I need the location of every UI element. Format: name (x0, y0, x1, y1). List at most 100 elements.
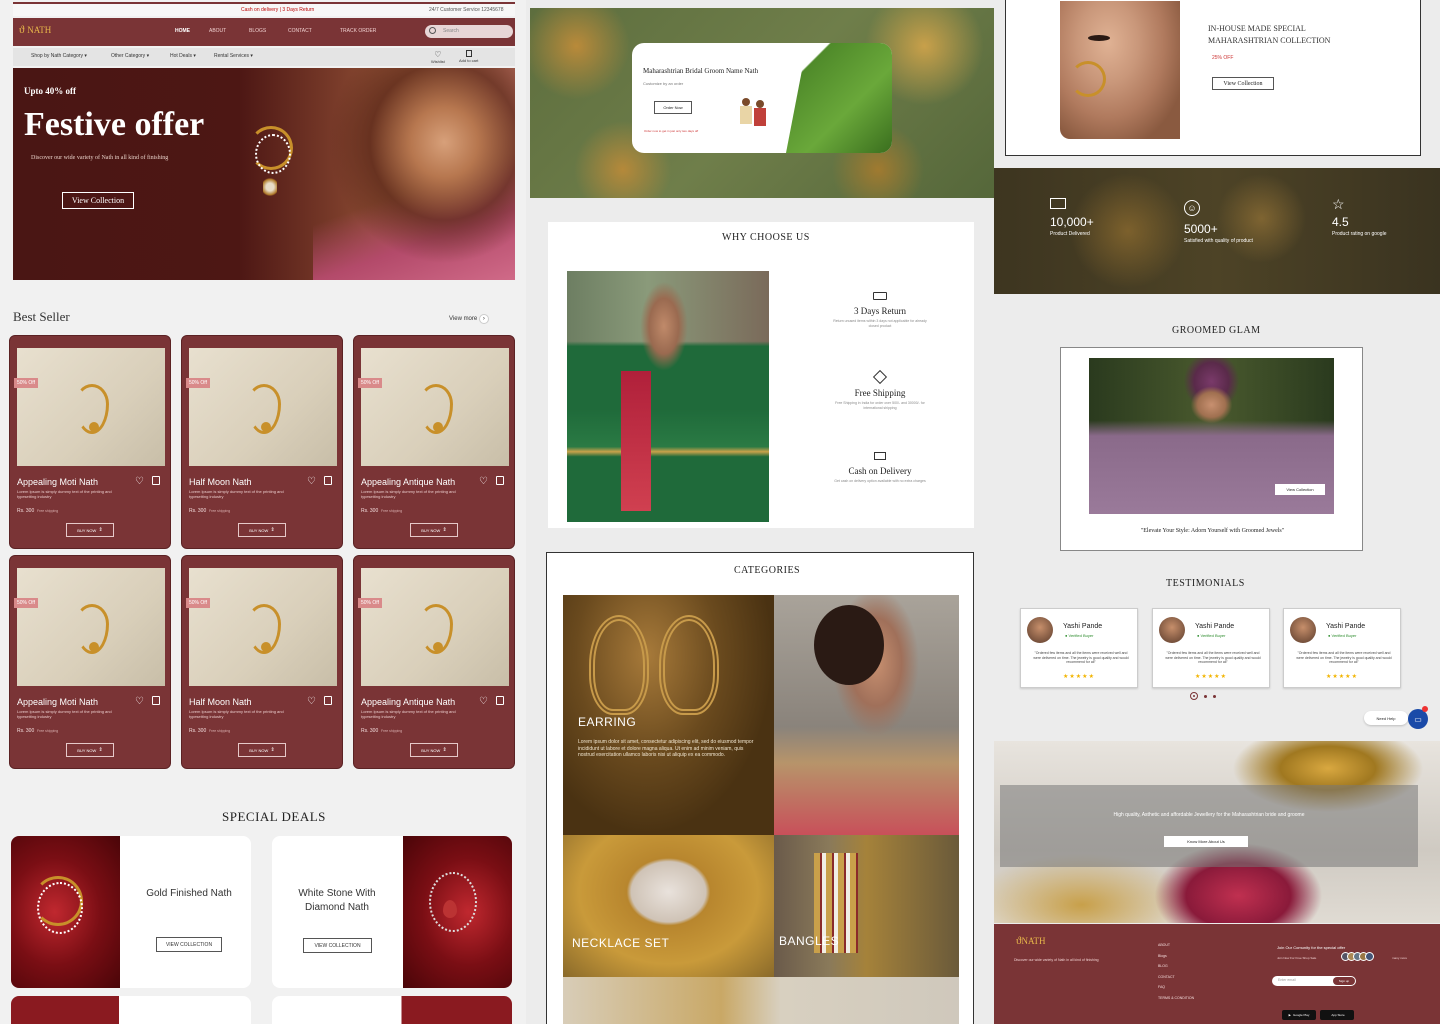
subnav-other-category[interactable]: Other Category ▾ (111, 53, 149, 59)
product-image[interactable] (361, 568, 509, 686)
heart-icon[interactable]: ♡ (479, 476, 488, 487)
stat-delivered-value: 10,000+ (1050, 215, 1094, 229)
buy-now-button[interactable]: BUY NOW ⇕ (410, 523, 458, 537)
quantity-stepper-icon[interactable]: ⇕ (443, 527, 447, 533)
google-play-badge[interactable]: ▶ Google Play (1282, 1010, 1316, 1020)
search-input[interactable]: Search (443, 28, 459, 34)
category-necklace[interactable]: NECKLACE SET (563, 835, 774, 977)
quantity-stepper-icon[interactable]: ⇕ (443, 747, 447, 753)
product-name[interactable]: Half Moon Nath (189, 697, 252, 707)
newsletter-email-input[interactable]: Enter email (1278, 978, 1296, 982)
app-store-badge[interactable]: App Store (1320, 1010, 1354, 1020)
view-more-link[interactable]: View more › (449, 314, 489, 324)
footer-join-title: Join Our Comunity for the special offer (1277, 945, 1346, 950)
nav-track-order[interactable]: TRACK ORDER (340, 28, 376, 34)
buy-now-button[interactable]: BUY NOW ⇕ (238, 743, 286, 757)
pagination-dot[interactable] (1213, 694, 1216, 698)
heart-icon[interactable]: ♡ (307, 476, 316, 487)
buy-now-button[interactable]: BUY NOW ⇕ (410, 743, 458, 757)
bag-icon[interactable] (324, 476, 332, 485)
deal-card-gold[interactable]: Gold Finished Nath VIEW COLLECTION (11, 836, 251, 988)
product-image[interactable] (361, 348, 509, 466)
heart-icon[interactable]: ♡ (479, 696, 488, 707)
groom-nath-image (786, 43, 892, 153)
product-card-appealing-moti-nath[interactable]: 50% Off Appealing Moti Nath ♡ Lorem Ipsum i… (9, 335, 171, 549)
stats-banner: 10,000+ Product Delivered ☺ 5000+ Satisf… (994, 168, 1440, 294)
groomed-view-button[interactable]: View Collection (1275, 484, 1325, 495)
search-box[interactable]: Search (425, 25, 513, 38)
bag-icon[interactable] (496, 476, 504, 485)
quantity-stepper-icon[interactable]: ⇕ (271, 747, 275, 753)
bag-icon[interactable] (152, 476, 160, 485)
product-name[interactable]: Appealing Antique Nath (361, 697, 455, 707)
nav-about[interactable]: ABOUT (209, 28, 226, 34)
product-image[interactable] (189, 348, 337, 466)
bag-icon[interactable] (152, 696, 160, 705)
quantity-stepper-icon[interactable]: ⇕ (99, 527, 103, 533)
quantity-stepper-icon[interactable]: ⇕ (99, 747, 103, 753)
product-card-appealing-antique-nath[interactable]: 50% Off Appealing Antique Nath ♡ Lorem Ipsu… (353, 555, 515, 769)
buy-now-button[interactable]: BUY NOW ⇕ (66, 523, 114, 537)
chat-help-widget[interactable]: Need Help ▭ (1364, 706, 1432, 729)
buy-now-button[interactable]: BUY NOW ⇕ (238, 523, 286, 537)
product-name[interactable]: Appealing Antique Nath (361, 477, 455, 487)
heart-icon[interactable]: ♡ (135, 476, 144, 487)
bag-icon[interactable] (496, 696, 504, 705)
footer-logo[interactable]: ϑNATH (1016, 935, 1045, 947)
footer-link-blog[interactable]: BLOG (1158, 961, 1194, 972)
nav-contact[interactable]: CONTACT (288, 28, 312, 34)
deal-card-white-stone[interactable]: White Stone With Diamond Nath VIEW COLLE… (272, 836, 512, 988)
nav-blogs[interactable]: BLOGS (249, 28, 266, 34)
know-more-button[interactable]: Know More About Us (1164, 836, 1248, 847)
product-card-half-moon-nath[interactable]: 50% Off Half Moon Nath ♡ Lorem Ipsum is sim… (181, 555, 343, 769)
deal-gold-view-button[interactable]: VIEW COLLECTION (156, 937, 222, 952)
product-image[interactable] (17, 568, 165, 686)
nav-home[interactable]: HOME (175, 28, 190, 34)
footer-link-terms[interactable]: TERMS & CONDITION (1158, 993, 1194, 1004)
product-card-appealing-moti-nath[interactable]: 50% Off Appealing Moti Nath ♡ Lorem Ipsum i… (9, 555, 171, 769)
quantity-stepper-icon[interactable]: ⇕ (271, 527, 275, 533)
category-bangles[interactable]: BANGLES (774, 835, 959, 977)
product-name[interactable]: Appealing Moti Nath (17, 697, 98, 707)
heart-icon[interactable]: ♡ (307, 696, 316, 707)
product-card-half-moon-nath[interactable]: 50% Off Half Moon Nath ♡ Lorem Ipsum is sim… (181, 335, 343, 549)
bag-icon (465, 50, 472, 57)
bag-icon[interactable] (324, 696, 332, 705)
wishlist-button[interactable]: ♡ Wishlist (431, 50, 445, 64)
product-image[interactable] (189, 568, 337, 686)
shipping-note: Free shipping (37, 509, 59, 513)
logo-text: NATH (27, 25, 52, 35)
footer-link-faq[interactable]: FAQ (1158, 982, 1194, 993)
deal-white-stone-image (403, 836, 512, 988)
buy-now-button[interactable]: BUY NOW ⇕ (66, 743, 114, 757)
footer-link-contact[interactable]: CONTACT (1158, 972, 1194, 983)
product-description: Lorem Ipsum is simply dummy text of the … (189, 489, 284, 499)
verified-badge: ● Verified Buyer (1065, 633, 1094, 638)
inhouse-view-button[interactable]: View Collection (1212, 77, 1274, 90)
subnav-rental-services[interactable]: Rental Services ▾ (214, 53, 253, 59)
community-count: many more (1392, 956, 1408, 960)
chat-bubble-icon[interactable]: ▭ (1408, 709, 1428, 729)
product-name[interactable]: Half Moon Nath (189, 477, 252, 487)
product-card-appealing-antique-nath[interactable]: 50% Off Appealing Antique Nath ♡ Lorem Ipsu… (353, 335, 515, 549)
brand-logo[interactable]: ϑ NATH (19, 24, 51, 36)
newsletter-signup-button[interactable]: Sign up (1333, 977, 1355, 985)
home-page-column-3: IN-HOUSE MADE SPECIAL MAHARASHTRIAN COLL… (994, 0, 1440, 1024)
community-avatars (1341, 952, 1374, 961)
order-now-button[interactable]: Order Now (654, 101, 692, 114)
category-earring[interactable]: EARRING Lorem ipsum dolor sit amet, cons… (563, 595, 774, 835)
pagination-dot[interactable] (1204, 694, 1207, 698)
truck-icon (1050, 198, 1066, 209)
cart-button[interactable]: Add to cart (459, 50, 478, 63)
subnav-hot-deals[interactable]: Hot Deals ▾ (170, 53, 196, 59)
heart-icon[interactable]: ♡ (135, 696, 144, 707)
deal-white-stone-view-button[interactable]: VIEW COLLECTION (303, 938, 372, 953)
pagination-dot-active[interactable] (1190, 692, 1198, 700)
footer-link-blogs[interactable]: Blogs (1158, 951, 1194, 962)
footer-link-about[interactable]: ABOUT (1158, 940, 1194, 951)
product-image[interactable] (17, 348, 165, 466)
why-cod-title: Cash on Delivery (848, 466, 912, 476)
hero-view-collection-button[interactable]: View Collection (62, 192, 134, 209)
product-name[interactable]: Appealing Moti Nath (17, 477, 98, 487)
subnav-nath-category[interactable]: Shop by Nath Category ▾ (31, 53, 87, 59)
